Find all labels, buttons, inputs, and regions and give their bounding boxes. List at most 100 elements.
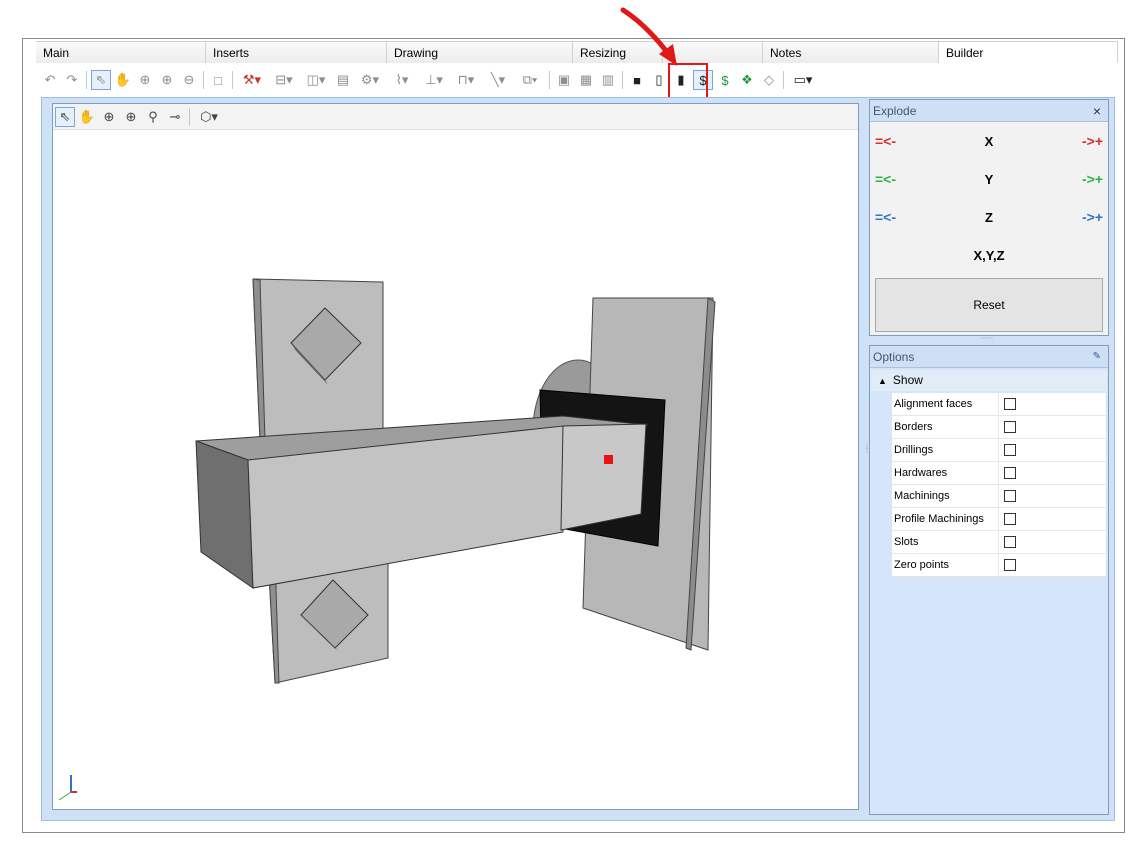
show-section-header[interactable]: ▲ Show — [871, 370, 1107, 391]
option-row: Zero points — [892, 554, 1106, 577]
explode-panel-header: Explode × — [870, 100, 1108, 122]
option-checkbox-profile-machinings[interactable] — [1004, 513, 1016, 525]
show-section-label: Show — [892, 373, 923, 387]
option-checkbox-slots[interactable] — [1004, 536, 1016, 548]
option-checkbox-zero-points[interactable] — [1004, 559, 1016, 571]
option-row: Hardwares — [892, 462, 1106, 485]
viewport-toolbar: ⇖ ✋ ⊕ ⊕ ⚲ ⊸ ⬡▾ — [53, 104, 858, 130]
select-icon[interactable]: ⇖ — [55, 106, 75, 127]
explode-title: Explode — [873, 104, 917, 118]
zoom-in-icon[interactable]: ⊕ — [157, 70, 177, 90]
zoom-fit-icon[interactable]: ⊕ — [135, 70, 155, 90]
select-icon[interactable]: ⇖ — [91, 70, 111, 90]
profile-icon[interactable]: ⌇▾ — [387, 70, 417, 90]
hardware-icon[interactable]: ⚙▾ — [355, 70, 385, 90]
joint-icon[interactable]: ⊥▾ — [419, 70, 449, 90]
orbit-icon[interactable]: ⊸ — [165, 107, 185, 127]
option-checkbox-alignment-faces[interactable] — [1004, 398, 1016, 410]
drill-icon[interactable]: ⚒▾ — [237, 70, 267, 90]
option-row: Drillings — [892, 439, 1106, 462]
pan-icon[interactable]: ✋ — [77, 107, 97, 127]
frame-icon[interactable]: ⊓▾ — [451, 70, 481, 90]
window-layout-icon[interactable]: ▭▾ — [788, 70, 818, 90]
horizontal-panel-icon[interactable]: ⊟▾ — [269, 70, 299, 90]
option-checkbox-borders[interactable] — [1004, 421, 1016, 433]
shelf-icon[interactable]: ▤ — [333, 70, 353, 90]
option-name: Borders — [892, 416, 999, 438]
explode-row-y: =<- Y ->+ — [870, 160, 1108, 198]
panel-thickness-icon[interactable]: ▯ — [649, 70, 669, 90]
ribbon-tabs: Main Inserts Drawing Resizing Notes Buil… — [36, 41, 1118, 63]
explode-xyz-button[interactable]: X,Y,Z — [870, 248, 1108, 263]
option-row: Slots — [892, 531, 1106, 554]
toolbar-separator — [203, 71, 204, 89]
options-property-grid: Alignment faces Borders Drillings Hardwa… — [892, 393, 1106, 577]
annotation-arrow-icon — [620, 7, 677, 66]
render-icon[interactable]: ▣ — [554, 70, 574, 90]
solid-cube-icon[interactable]: ■ — [627, 70, 647, 90]
option-name: Machinings — [892, 485, 999, 507]
toolbar-separator — [189, 107, 190, 126]
viewport-splitter-grip[interactable]: ⋮ ⋮ — [864, 444, 870, 465]
selection-marker — [604, 455, 613, 464]
option-row: Machinings — [892, 485, 1106, 508]
collapse-caret-icon[interactable]: ▲ — [878, 376, 887, 386]
explode-panel: Explode × =<- X ->+ =<- Y ->+ =<- Z ->+ … — [869, 99, 1109, 336]
3d-viewport[interactable]: ⇖ ✋ ⊕ ⊕ ⚲ ⊸ ⬡▾ — [52, 103, 859, 810]
option-checkbox-drillings[interactable] — [1004, 444, 1016, 456]
explode-y-plus-button[interactable]: ->+ — [1082, 171, 1103, 187]
options-title: Options — [873, 350, 915, 364]
grid-icon[interactable]: ▦ — [576, 70, 596, 90]
main-toolbar: ↶ ↷ ⇖ ✋ ⊕ ⊕ ⊖ □ ⚒▾ ⊟▾ ◫▾ ▤ ⚙▾ ⌇▾ ⊥▾ ⊓▾ ╲… — [40, 66, 1115, 94]
tab-notes[interactable]: Notes — [763, 41, 939, 63]
view-cube-icon[interactable]: ⬡▾ — [194, 107, 224, 127]
vertical-panel-icon[interactable]: ◫▾ — [301, 70, 331, 90]
zoom-out-icon[interactable]: ⊖ — [179, 70, 199, 90]
3d-model-render — [58, 278, 716, 801]
option-name: Drillings — [892, 439, 999, 461]
option-row: Profile Machinings — [892, 508, 1106, 531]
explode-z-plus-button[interactable]: ->+ — [1082, 209, 1103, 225]
axis-gizmo-icon — [58, 775, 77, 801]
reset-button[interactable]: Reset — [875, 278, 1103, 332]
pin-icon[interactable]: ✎ — [1093, 346, 1101, 368]
zoom-fit-icon[interactable]: ⊕ — [99, 107, 119, 127]
option-checkbox-hardwares[interactable] — [1004, 467, 1016, 479]
pan-icon[interactable]: ✋ — [113, 70, 133, 90]
copy-icon[interactable]: ⧉▾ — [515, 70, 545, 90]
option-row: Borders — [892, 416, 1106, 439]
toolbar-separator — [622, 71, 623, 89]
eraser-icon[interactable]: ◇ — [759, 70, 779, 90]
option-row: Alignment faces — [892, 393, 1106, 416]
tab-builder[interactable]: Builder — [939, 41, 1118, 63]
zoom-window-icon[interactable]: ⊕ — [121, 107, 141, 127]
dollar-icon[interactable]: $ — [715, 70, 735, 90]
line-icon[interactable]: ╲▾ — [483, 70, 513, 90]
undo-icon[interactable]: ↶ — [40, 70, 60, 90]
explode-x-plus-button[interactable]: ->+ — [1082, 133, 1103, 149]
close-icon[interactable]: × — [1093, 100, 1101, 122]
explode-row-z: =<- Z ->+ — [870, 198, 1108, 236]
columns-icon[interactable]: ▥ — [598, 70, 618, 90]
explode-z-label[interactable]: Z — [870, 210, 1108, 225]
toolbar-separator — [783, 71, 784, 89]
explode-row-x: =<- X ->+ — [870, 122, 1108, 160]
tab-main[interactable]: Main — [36, 41, 206, 63]
box-icon[interactable]: □ — [208, 70, 228, 90]
color-cubes-icon[interactable]: ❖ — [737, 70, 757, 90]
tab-inserts[interactable]: Inserts — [206, 41, 387, 63]
option-name: Slots — [892, 531, 999, 553]
option-name: Profile Machinings — [892, 508, 999, 530]
options-panel: Options ✎ ▲ Show Alignment faces Borders … — [869, 345, 1109, 815]
explode-x-label[interactable]: X — [870, 134, 1108, 149]
toolbar-separator — [86, 71, 87, 89]
toolbar-separator — [549, 71, 550, 89]
tab-drawing[interactable]: Drawing — [387, 41, 573, 63]
option-name: Alignment faces — [892, 393, 999, 415]
option-checkbox-machinings[interactable] — [1004, 490, 1016, 502]
redo-icon[interactable]: ↷ — [62, 70, 82, 90]
panel-splitter-grip[interactable]: ⋯⋯ — [975, 336, 999, 342]
explode-y-label[interactable]: Y — [870, 172, 1108, 187]
zoom-in-icon[interactable]: ⚲ — [143, 107, 163, 127]
toolbar-separator — [232, 71, 233, 89]
